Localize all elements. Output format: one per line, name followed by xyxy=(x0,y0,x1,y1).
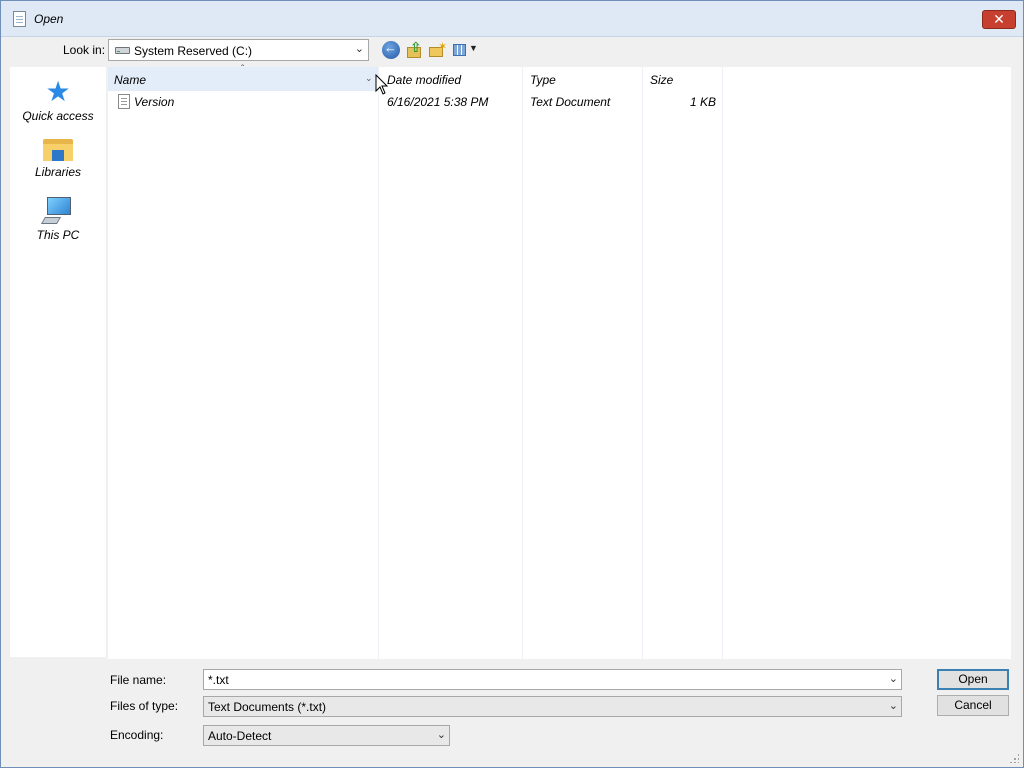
place-libraries[interactable]: Libraries xyxy=(10,137,106,179)
place-quick-access[interactable]: ★ Quick access xyxy=(10,76,106,124)
title-bar[interactable]: Open ✕ xyxy=(1,1,1023,37)
column-header-name[interactable]: Name ˆ ⌄ xyxy=(108,64,378,91)
chevron-down-icon: ⌄ xyxy=(354,43,364,55)
view-menu-icon[interactable]: ▼ xyxy=(453,41,478,59)
chevron-down-icon: ⌄ xyxy=(436,729,446,741)
place-label: Quick access xyxy=(22,109,94,123)
file-row[interactable]: Version 6/16/2021 5:38 PM Text Document … xyxy=(108,92,728,112)
libraries-icon xyxy=(43,137,73,163)
close-button[interactable]: ✕ xyxy=(982,10,1016,29)
column-header-date-modified[interactable]: Date modified xyxy=(387,67,523,91)
cancel-button[interactable]: Cancel xyxy=(937,695,1009,716)
chevron-down-icon[interactable]: ⌄ xyxy=(365,73,373,84)
look-in-label: Look in: xyxy=(63,43,106,57)
column-divider xyxy=(642,67,643,659)
file-name-value: *.txt xyxy=(208,673,229,687)
new-folder-icon[interactable]: ✶ xyxy=(428,41,447,59)
place-label: This PC xyxy=(36,228,80,242)
place-this-pc[interactable]: This PC xyxy=(10,196,106,242)
open-button[interactable]: Open xyxy=(937,669,1009,690)
column-divider xyxy=(378,67,379,659)
text-file-icon xyxy=(118,94,130,109)
file-type-dropdown[interactable]: Text Documents (*.txt) ⌄ xyxy=(203,696,902,717)
chevron-down-icon: ⌄ xyxy=(888,700,898,712)
file-type-label: Files of type: xyxy=(110,699,179,713)
column-divider xyxy=(722,67,723,659)
column-header-label: Name xyxy=(114,73,147,87)
file-type-value: Text Documents (*.txt) xyxy=(208,700,327,714)
up-folder-icon[interactable]: ⇧ xyxy=(405,39,423,59)
encoding-dropdown[interactable]: Auto-Detect ⌄ xyxy=(203,725,450,746)
file-date-modified: 6/16/2021 5:38 PM xyxy=(387,95,489,109)
open-dialog: Open ✕ Look in: System Reserved (C:) ⌄ ⇧… xyxy=(0,0,1024,768)
encoding-value: Auto-Detect xyxy=(208,729,272,743)
file-size: 1 KB xyxy=(689,95,716,109)
computer-icon xyxy=(40,196,75,226)
notepad-icon xyxy=(13,11,26,27)
file-name-label: File name: xyxy=(110,673,167,687)
file-type: Text Document xyxy=(530,95,611,109)
back-icon[interactable] xyxy=(382,40,400,59)
places-bar: ★ Quick access Libraries This PC xyxy=(10,67,106,657)
file-name: Version xyxy=(134,95,175,109)
column-header-type[interactable]: Type xyxy=(530,67,640,91)
column-header-size[interactable]: Size xyxy=(650,67,720,91)
file-list[interactable]: Name ˆ ⌄ Date modified Type Size Version… xyxy=(108,64,1011,659)
column-divider xyxy=(522,67,523,659)
file-name-input[interactable]: *.txt ⌄ xyxy=(203,669,902,690)
look-in-value: System Reserved (C:) xyxy=(134,44,253,58)
chevron-down-icon[interactable]: ⌄ xyxy=(889,672,898,685)
sort-ascending-icon: ˆ xyxy=(241,64,245,75)
star-icon: ★ xyxy=(45,76,71,107)
place-label: Libraries xyxy=(34,165,82,179)
resize-grip-icon[interactable] xyxy=(1009,753,1019,763)
encoding-label: Encoding: xyxy=(110,728,164,742)
window-title: Open xyxy=(34,12,64,26)
look-in-dropdown[interactable]: System Reserved (C:) ⌄ xyxy=(108,39,369,61)
drive-icon xyxy=(115,47,130,54)
